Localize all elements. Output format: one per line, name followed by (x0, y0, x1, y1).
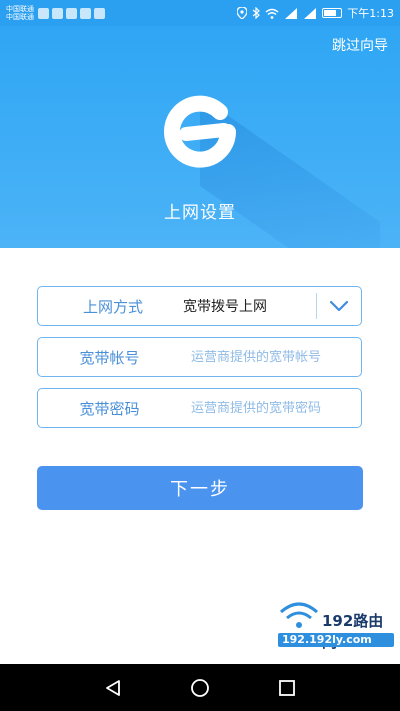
page-title: 上网设置 (164, 203, 236, 223)
chevron-down-icon (329, 300, 349, 312)
notification-icons (38, 7, 105, 19)
notification-icon (66, 7, 77, 19)
carrier-info: 中国联通 中国联通 (6, 5, 34, 21)
connection-mode-label: 上网方式 (82, 297, 143, 316)
connection-mode-select[interactable]: 上网方式 宽带拨号上网 (37, 286, 362, 326)
recents-square-icon (278, 679, 295, 696)
home-circle-icon (191, 678, 209, 697)
carrier-name-2: 中国联通 (6, 13, 34, 21)
system-nav-bar (0, 664, 400, 711)
status-left: 中国联通 中国联通 (6, 5, 105, 21)
carrier-name-1: 中国联通 (6, 5, 34, 13)
status-right: 下午1:13 (237, 5, 394, 21)
home-button[interactable] (180, 668, 220, 708)
back-triangle-icon (106, 679, 121, 696)
notification-icon (52, 7, 63, 19)
e-logo-icon (164, 95, 236, 168)
broadband-account-field[interactable]: 宽带帐号 (37, 337, 362, 377)
recents-button[interactable] (267, 668, 307, 708)
broadband-password-input[interactable] (171, 400, 361, 416)
broadband-account-label: 宽带帐号 (79, 348, 140, 367)
header-banner: 跳过向导 上网设置 (0, 26, 400, 248)
watermark-domain: 192.192ly.com (282, 633, 372, 646)
notification-icon (38, 7, 49, 19)
dropdown-toggle[interactable] (317, 287, 361, 325)
notification-icon (94, 7, 105, 19)
bluetooth-icon (252, 7, 261, 19)
broadband-account-input[interactable] (171, 349, 361, 365)
signal-icon-2 (304, 7, 317, 19)
broadband-password-label: 宽带密码 (79, 399, 140, 418)
location-icon (237, 7, 248, 19)
wifi-icon (265, 8, 279, 19)
wifi-watermark-icon (280, 602, 318, 628)
back-button[interactable] (93, 668, 133, 708)
broadband-password-field[interactable]: 宽带密码 (37, 388, 362, 428)
signal-icon (285, 7, 298, 19)
notification-icon (80, 7, 91, 19)
connection-mode-value: 宽带拨号上网 (183, 299, 267, 315)
skip-wizard-button[interactable]: 跳过向导 (332, 35, 388, 55)
battery-icon (322, 8, 343, 18)
next-step-button[interactable]: 下一步 (37, 466, 363, 510)
status-bar: 中国联通 中国联通 下午1:13 (0, 0, 400, 26)
status-time: 下午1:13 (347, 7, 394, 20)
watermark-logo: 192路由网 192.192ly.com (278, 600, 396, 651)
